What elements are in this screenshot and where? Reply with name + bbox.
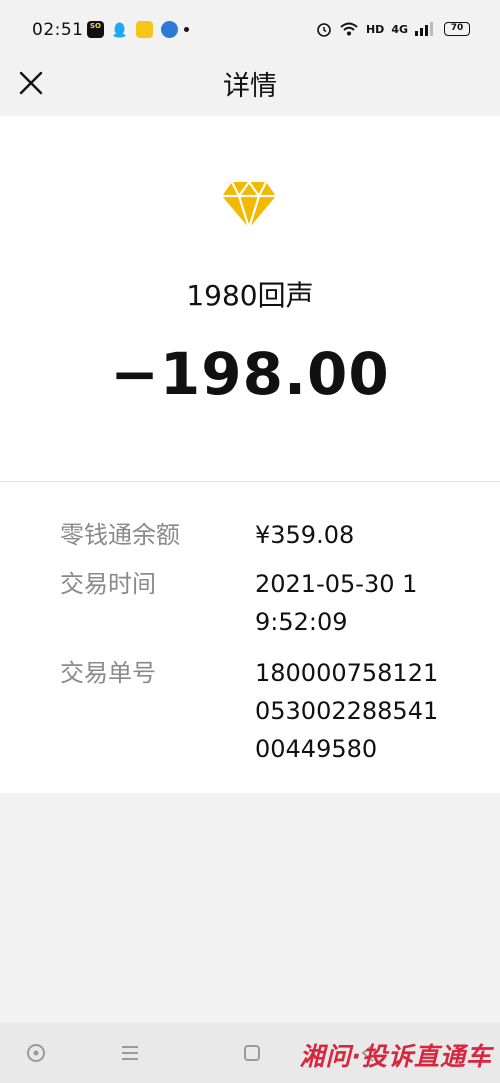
watermark: 湘问·投诉直通车 <box>299 1042 492 1071</box>
transaction-details: 零钱通余额 ¥359.08 交易时间 2021-05-30 19:52:09 交… <box>0 482 500 793</box>
network-label: 4G <box>391 22 408 36</box>
detail-value: ¥359.08 <box>255 521 355 549</box>
menu-icon <box>122 1046 138 1060</box>
detail-row-time: 交易时间 2021-05-30 19:52:09 <box>60 565 440 641</box>
home-key[interactable] <box>240 1041 264 1065</box>
menu-key[interactable] <box>118 1041 142 1065</box>
signal-icon <box>415 22 433 36</box>
detail-row-balance: 零钱通余额 ¥359.08 <box>60 516 440 554</box>
detail-label: 交易时间 <box>60 570 156 598</box>
circle-icon <box>27 1044 45 1062</box>
so-app-icon: SO <box>87 21 104 38</box>
blue-app-icon <box>161 21 178 38</box>
merchant-name: 1980回声 <box>186 279 314 312</box>
alarm-icon <box>317 23 331 37</box>
square-icon <box>244 1045 260 1061</box>
assistant-key[interactable] <box>24 1041 48 1065</box>
detail-label: 零钱通余额 <box>60 521 180 549</box>
notification-app-icon <box>136 21 153 38</box>
detail-value[interactable]: 180000758121053002288541 00449580 <box>255 654 440 768</box>
nav-bar: 详情 <box>0 60 500 116</box>
transaction-amount: −198.00 <box>110 340 390 408</box>
status-time: 02:51 <box>32 20 84 40</box>
qq-icon <box>111 21 128 38</box>
transaction-summary: 1980回声 −198.00 <box>0 116 500 481</box>
detail-label: 交易单号 <box>60 659 156 687</box>
system-icons: HD 4G 70 <box>316 19 470 39</box>
wifi-icon <box>340 22 358 36</box>
status-bar: 02:51 SO HD 4G 70 <box>0 0 500 60</box>
detail-value[interactable]: 2021-05-30 19:52:09 <box>255 565 440 641</box>
hd-label: HD <box>365 22 385 36</box>
more-notifications-dot <box>184 27 189 32</box>
page-title: 详情 <box>223 71 277 102</box>
system-nav-bar: 湘问·投诉直通车 <box>0 1023 500 1083</box>
battery-indicator: 70 <box>444 22 470 36</box>
detail-row-order-id: 交易单号 180000758121053002288541 00449580 <box>60 654 440 768</box>
diamond-icon <box>222 182 276 228</box>
